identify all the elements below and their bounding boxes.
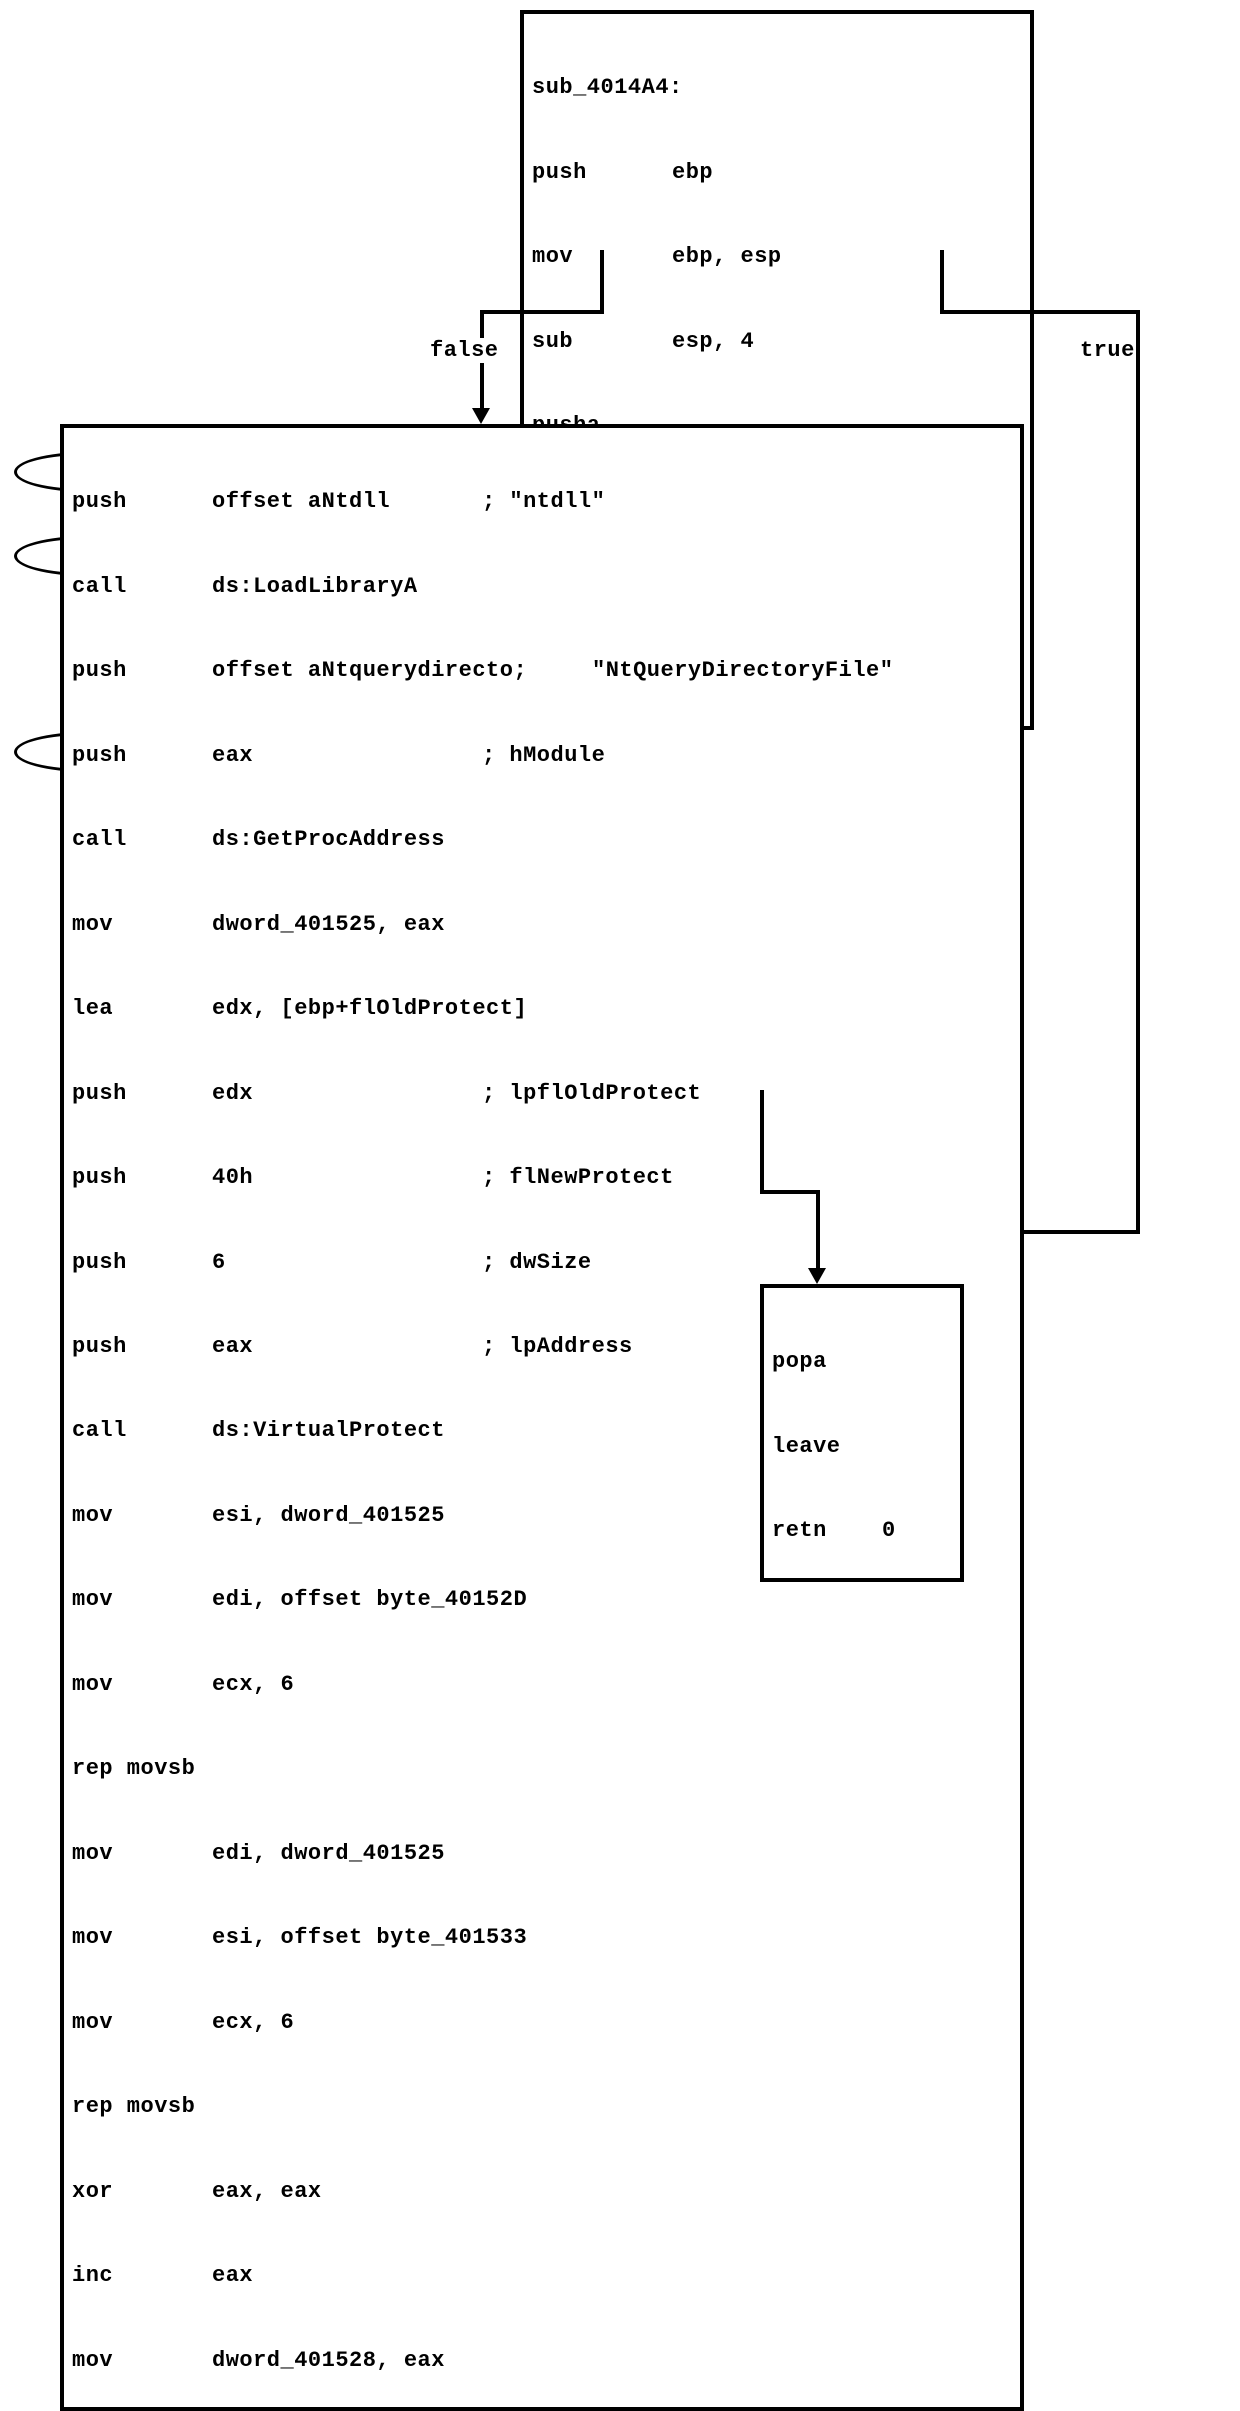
edge-true-v1 bbox=[940, 250, 944, 310]
edge-true-v2 bbox=[1136, 310, 1140, 1230]
label-line: sub_4014A4: bbox=[532, 74, 1022, 102]
edge-false-label: false bbox=[430, 338, 499, 363]
block-epilogue: popa leave retn0 bbox=[760, 1284, 964, 1582]
edge-true-label: true bbox=[1080, 338, 1135, 363]
edge-b-to-c-v2 bbox=[816, 1190, 820, 1270]
edge-false-h bbox=[480, 310, 604, 314]
edge-false-v1 bbox=[600, 250, 604, 310]
edge-b-to-c-v1 bbox=[760, 1090, 764, 1190]
edge-b-to-c-arrow bbox=[808, 1268, 826, 1284]
edge-b-to-c-h bbox=[760, 1190, 820, 1194]
edge-false-arrow bbox=[472, 408, 490, 424]
edge-true-h1 bbox=[940, 310, 1140, 314]
